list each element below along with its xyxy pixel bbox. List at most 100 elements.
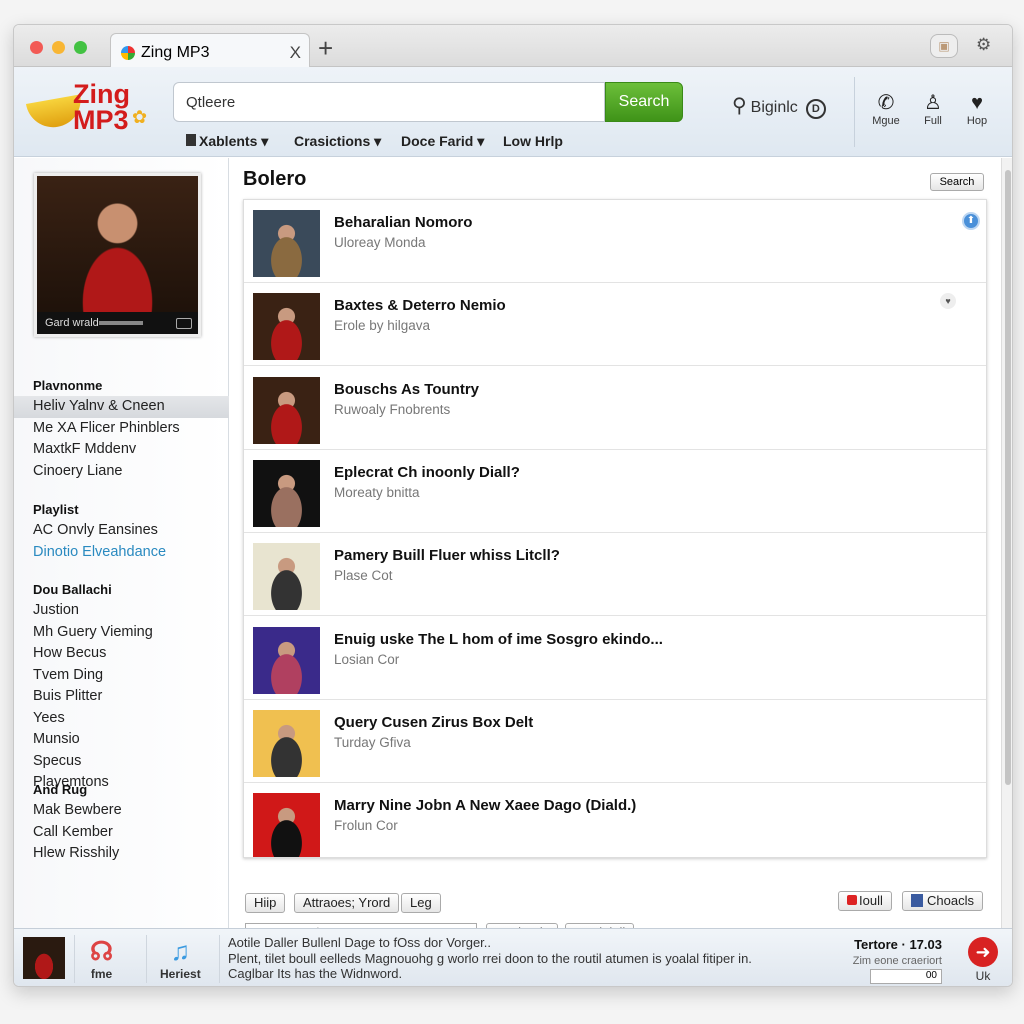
song-thumbnail[interactable] xyxy=(253,376,320,444)
sidebar-item[interactable]: Justion xyxy=(14,600,229,622)
nav-item-dropdown[interactable]: Doce Farid ▾ xyxy=(401,133,484,150)
song-thumbnail[interactable] xyxy=(253,543,320,611)
sign-in-link[interactable]: ⚲ Biginlc D xyxy=(732,93,826,119)
song-row[interactable]: Baxtes & Deterro Nemio Erole by hilgava ♥ xyxy=(244,283,986,367)
sidebar-item[interactable]: How Becus xyxy=(14,643,229,665)
player-time: Tertore · 17.03 Zim eone craeriort 00 xyxy=(853,937,942,984)
song-thumbnail[interactable] xyxy=(253,626,320,694)
song-row[interactable]: Marry Nine Jobn A New Xaee Dago (Diald.)… xyxy=(244,783,986,857)
log-button[interactable]: Leg xyxy=(401,893,441,913)
song-artist[interactable]: Losian Cor xyxy=(334,652,399,667)
page-title: Bolero xyxy=(243,168,307,190)
player-thumbnail[interactable] xyxy=(23,937,65,979)
sidebar-item[interactable]: Call Kember xyxy=(14,822,229,844)
sidebar-item[interactable]: Mh Guery Vieming xyxy=(14,622,229,644)
song-artist[interactable]: Moreaty bnitta xyxy=(334,485,420,500)
sidebar-item[interactable]: Specus xyxy=(14,751,229,773)
song-title[interactable]: Marry Nine Jobn A New Xaee Dago (Diald.) xyxy=(334,797,636,814)
sidebar-item[interactable]: AC Onvly Eansines xyxy=(14,520,229,542)
close-window-button[interactable] xyxy=(30,41,43,54)
playlist-button[interactable]: ♫ Heriest xyxy=(160,935,201,981)
heart-icon[interactable]: ♥ xyxy=(940,293,956,310)
time-input[interactable]: 00 xyxy=(870,969,942,984)
song-thumbnail[interactable] xyxy=(253,293,320,361)
extension-icon[interactable]: ▣ xyxy=(930,34,958,58)
song-row[interactable]: Bouschs As Tountry Ruwoaly Fnobrents xyxy=(244,367,986,450)
radio-icon: ☊ xyxy=(90,936,114,966)
song-artist[interactable]: Erole by hilgava xyxy=(334,318,430,333)
player-bar: ☊ fme ♫ Heriest Aotile Daller Bullenl Dage… xyxy=(14,928,1012,986)
song-row[interactable]: Enuig uske The L hom of ime Sosgro ekind… xyxy=(244,617,986,700)
search-input[interactable]: Qtleere xyxy=(173,82,605,122)
sidebar-item[interactable]: Tvem Ding xyxy=(14,665,229,687)
header-icon-heart[interactable]: ♥ Hop xyxy=(957,91,997,127)
song-thumbnail[interactable] xyxy=(253,459,320,527)
tab-bar: Zing MP3 X + ▣ ⚙ xyxy=(14,25,1012,68)
song-artist[interactable]: Uloreay Monda xyxy=(334,235,426,250)
close-tab-icon[interactable]: X xyxy=(290,43,301,63)
video-caption: Gard wrald xyxy=(45,317,99,329)
help-button[interactable]: Hiip xyxy=(245,893,286,913)
zing-mp3-logo[interactable]: Zing MP3 ✿ xyxy=(25,79,153,145)
facebook-icon xyxy=(186,134,196,146)
song-artist[interactable]: Turday Gfiva xyxy=(334,735,411,750)
youtube-button[interactable]: Ioull xyxy=(838,891,892,911)
settings-icon[interactable]: ⚙ xyxy=(976,35,991,55)
sidebar: Gard wrald Plavnonme Heliv Yalnv & Cneen M… xyxy=(14,158,229,928)
header-icon-user[interactable]: ♙ Full xyxy=(913,91,953,127)
song-row[interactable]: Eplecrat Ch inoonly Diall? Moreaty bnitta xyxy=(244,450,986,533)
song-artist[interactable]: Frolun Cor xyxy=(334,818,398,833)
song-title[interactable]: Bouschs As Tountry xyxy=(334,381,479,398)
info-icon[interactable]: ⬆ xyxy=(962,212,980,230)
sidebar-item[interactable]: Buis Plitter xyxy=(14,686,229,708)
song-title[interactable]: Beharalian Nomoro xyxy=(334,214,472,231)
song-title[interactable]: Enuig uske The L hom of ime Sosgro ekind… xyxy=(334,631,663,648)
sidebar-item[interactable]: Me XA Flicer Phinblers xyxy=(14,418,229,440)
attributes-button[interactable]: Attraoes; Yrord xyxy=(294,893,400,913)
search-button[interactable]: Search xyxy=(605,82,683,122)
nav-item-categories[interactable]: Crasictions ▾ xyxy=(294,133,381,150)
song-title[interactable]: Baxtes & Deterro Nemio xyxy=(334,297,506,314)
song-row[interactable]: Query Cusen Zirus Box Delt Turday Gfiva xyxy=(244,700,986,783)
scrollbar-thumb[interactable] xyxy=(1005,170,1011,785)
new-tab-button[interactable]: + xyxy=(318,33,333,64)
song-title[interactable]: Eplecrat Ch inoonly Diall? xyxy=(334,464,520,481)
share-button[interactable]: Choacls xyxy=(902,891,983,911)
user-icon: ♙ xyxy=(924,92,942,114)
sidebar-group-title: Playlist xyxy=(33,502,79,517)
scrollbar[interactable] xyxy=(1001,158,1012,928)
sidebar-item[interactable]: Heliv Yalnv & Cneen xyxy=(14,396,229,418)
user-circle-icon: D xyxy=(805,99,826,119)
nav-item-help[interactable]: Low Hrlp xyxy=(503,133,563,149)
sidebar-item[interactable]: Hlew Risshily xyxy=(14,843,229,865)
sidebar-item[interactable]: MaxtkF Mddenv xyxy=(14,439,229,461)
sidebar-item[interactable]: Mak Bewbere xyxy=(14,800,229,822)
maximize-window-button[interactable] xyxy=(74,41,87,54)
progress-bar[interactable] xyxy=(99,321,143,325)
minimize-window-button[interactable] xyxy=(52,41,65,54)
content-search-button[interactable]: Search xyxy=(930,173,984,191)
radio-button[interactable]: ☊ fme xyxy=(90,935,113,981)
song-thumbnail[interactable] xyxy=(253,709,320,777)
song-artist[interactable]: Plase Cot xyxy=(334,568,393,583)
sidebar-item[interactable]: Cinoery Liane xyxy=(14,461,229,483)
heart-icon: ♥ xyxy=(971,92,983,114)
sidebar-item[interactable]: Munsio xyxy=(14,729,229,751)
favicon-icon xyxy=(121,46,135,60)
song-row[interactable]: Beharalian Nomoro Uloreay Monda ⬆ xyxy=(244,200,986,283)
now-playing-cover[interactable]: Gard wrald xyxy=(34,173,201,337)
song-title[interactable]: Query Cusen Zirus Box Delt xyxy=(334,714,533,731)
site-header: Zing MP3 ✿ Qtleere Search Xablents ▾ Cras… xyxy=(14,67,1012,157)
tab-zing-mp3[interactable]: Zing MP3 X xyxy=(110,33,310,68)
captions-icon[interactable] xyxy=(176,318,192,329)
ok-button[interactable]: ➜ Uk xyxy=(968,937,998,983)
song-title[interactable]: Pamery Buill Fluer whiss Litcll? xyxy=(334,547,560,564)
song-thumbnail[interactable] xyxy=(253,210,320,277)
song-thumbnail[interactable] xyxy=(253,793,320,857)
header-icon-phone[interactable]: ✆ Mgue xyxy=(866,91,906,127)
nav-item-facebook[interactable]: Xablents ▾ xyxy=(186,133,268,150)
sidebar-item[interactable]: Dinotio Elveahdance xyxy=(14,542,229,564)
sidebar-item[interactable]: Yees xyxy=(14,708,229,730)
song-row[interactable]: Pamery Buill Fluer whiss Litcll? Plase Co… xyxy=(244,533,986,617)
song-artist[interactable]: Ruwoaly Fnobrents xyxy=(334,402,450,417)
